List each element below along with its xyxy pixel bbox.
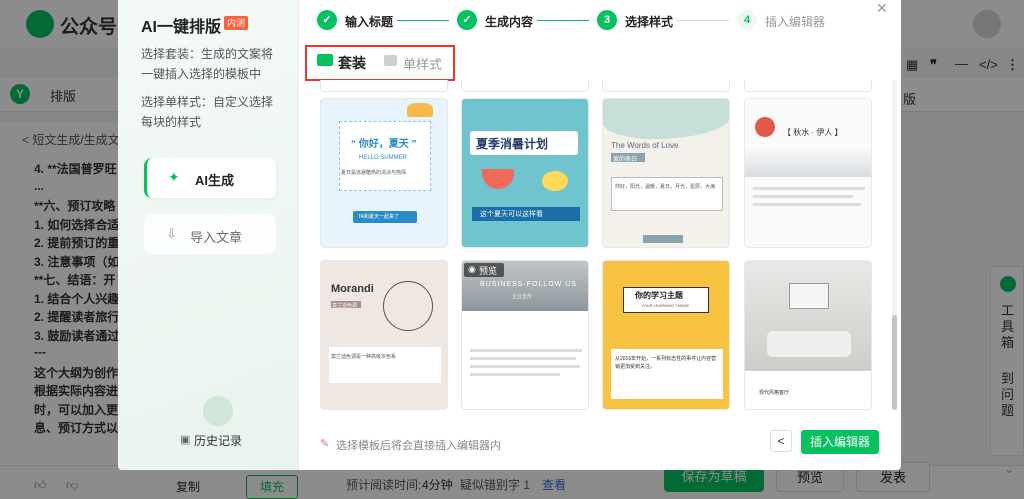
- magic-wand-icon: ✦: [168, 169, 180, 185]
- card-subtitle: 莫兰迪色调: [332, 303, 358, 309]
- card-text-line: [753, 203, 861, 206]
- card-subtitle: 爱的表白: [613, 157, 638, 163]
- gear-decoration-icon: [203, 396, 233, 426]
- history-link[interactable]: 历史记录: [194, 432, 242, 449]
- template-card-morandi[interactable]: Morandi 莫兰迪色调 莫兰迪色调是一种高级灰色系: [320, 260, 448, 410]
- single-description: 选择单样式：自定义选择每块的样式: [141, 95, 274, 129]
- step-1-check-icon: ✓: [317, 10, 337, 30]
- card-footer-tag: [643, 235, 683, 243]
- sofa-image: [767, 331, 851, 357]
- import-article-button[interactable]: ⇩ 导入文章: [144, 214, 276, 254]
- tab-suite[interactable]: 套装: [338, 53, 366, 73]
- step-4-indicator: 4: [737, 10, 757, 30]
- pin-icon: ✎: [320, 438, 330, 450]
- history-icon: ▣: [180, 434, 191, 446]
- card-title: 你的学习主题: [635, 291, 683, 300]
- step-connector: [537, 20, 589, 21]
- card-text-line: [470, 357, 576, 360]
- template-card-partial[interactable]: [602, 80, 730, 92]
- watermelon-icon: [482, 169, 514, 189]
- card-title: The Words of Love: [611, 141, 679, 150]
- card-text: 莫兰迪色调是一种高级灰色系: [331, 354, 397, 360]
- folder-icon: [317, 54, 333, 66]
- card-button-label: TA和夏天一起来了: [358, 214, 400, 220]
- card-banner-text: 这个夏天可以这样看: [480, 211, 543, 218]
- card-title: 现代风格客厅: [759, 390, 790, 396]
- preview-label: 预览: [479, 266, 498, 276]
- template-card-partial[interactable]: [461, 80, 589, 92]
- card-text-line: [753, 195, 853, 198]
- step-1-label: 输入标题: [345, 15, 394, 29]
- ai-generate-label: AI生成: [195, 173, 235, 188]
- insert-editor-button[interactable]: 插入编辑器: [801, 430, 879, 454]
- card-text: 从2016年开始，一系列标志性的事件让内容营销更加受到关注。: [615, 356, 717, 370]
- template-card-living-room[interactable]: 现代风格客厅: [744, 260, 872, 410]
- card-subtitle: 企业宣传: [512, 294, 533, 300]
- card-wave: [603, 99, 729, 139]
- card-icon: [384, 55, 397, 66]
- template-card-partial[interactable]: [320, 80, 448, 92]
- mountain-image: [745, 147, 871, 177]
- template-card-learning[interactable]: 你的学习主题 YOUR LEARNING THEME 从2016年开始，一系列标…: [602, 260, 730, 410]
- template-card-summer-plan[interactable]: 夏季消暑计划 这个夏天可以这样看: [461, 98, 589, 248]
- card-subtitle: YOUR LEARNING THEME: [641, 303, 690, 308]
- tab-single[interactable]: 单样式: [403, 54, 442, 73]
- step-3-label: 选择样式: [625, 15, 674, 29]
- sun-decoration-icon: [407, 103, 433, 117]
- scrollbar-thumb[interactable]: [892, 315, 897, 410]
- step-4-label: 插入编辑器: [765, 15, 826, 29]
- import-icon: ⇩: [166, 226, 177, 241]
- card-text-line: [470, 349, 582, 352]
- back-button[interactable]: <: [770, 430, 792, 452]
- frame-image: [789, 283, 829, 309]
- card-title: 【 秋水 · 伊人 】: [783, 128, 843, 137]
- lemon-icon: [542, 171, 568, 191]
- card-subtitle: HELLO SUMMER: [359, 155, 408, 161]
- ai-layout-modal: AI一键排版 内测 选择套装：生成的文案将一键插入选择的模板中 选择单样式：自定…: [118, 0, 901, 470]
- step-3-indicator: 3: [597, 10, 617, 30]
- step-connector: [397, 20, 449, 21]
- step-connector: [677, 20, 729, 21]
- red-sun-icon: [755, 117, 775, 137]
- card-text-line: [470, 365, 580, 368]
- card-title: 夏季消暑计划: [476, 137, 549, 151]
- ai-generate-button[interactable]: ✦ AI生成: [144, 158, 276, 198]
- card-text: 你好，阳光，温暖，夏日，月光，星辰，大海: [615, 184, 716, 190]
- insert-tip: 选择模板后将会直接插入编辑器内: [336, 440, 501, 452]
- card-text-line: [470, 373, 560, 376]
- person-illustration-icon: [383, 281, 433, 331]
- template-card-autumn[interactable]: 【 秋水 · 伊人 】: [744, 98, 872, 248]
- card-text: 夏日是逃避酷热的清凉与热情: [341, 170, 407, 176]
- step-2-label: 生成内容: [485, 15, 534, 29]
- template-card-summer[interactable]: “ 你好，夏天 ” HELLO SUMMER 夏日是逃避酷热的清凉与热情 TA和…: [320, 98, 448, 248]
- template-card-business[interactable]: ◉ 预览 BUSINESS·FOLLOW US 企业宣传: [461, 260, 589, 410]
- card-title: BUSINESS·FOLLOW US: [480, 281, 577, 288]
- card-text-line: [753, 187, 865, 190]
- card-title: Morandi: [331, 283, 374, 295]
- close-icon[interactable]: ✕: [876, 0, 888, 17]
- card-title: “ 你好，夏天 ”: [351, 139, 417, 150]
- suite-description: 选择套装：生成的文案将一键插入选择的模板中: [141, 47, 274, 81]
- eye-icon: ◉: [468, 264, 476, 274]
- beta-badge: 内测: [224, 16, 249, 30]
- template-card-partial[interactable]: [744, 80, 872, 92]
- import-article-label: 导入文章: [190, 230, 243, 245]
- modal-title: AI一键排版: [141, 19, 222, 36]
- step-2-check-icon: ✓: [457, 10, 477, 30]
- template-card-words-of-love[interactable]: The Words of Love 爱的表白 你好，阳光，温暖，夏日，月光，星辰…: [602, 98, 730, 248]
